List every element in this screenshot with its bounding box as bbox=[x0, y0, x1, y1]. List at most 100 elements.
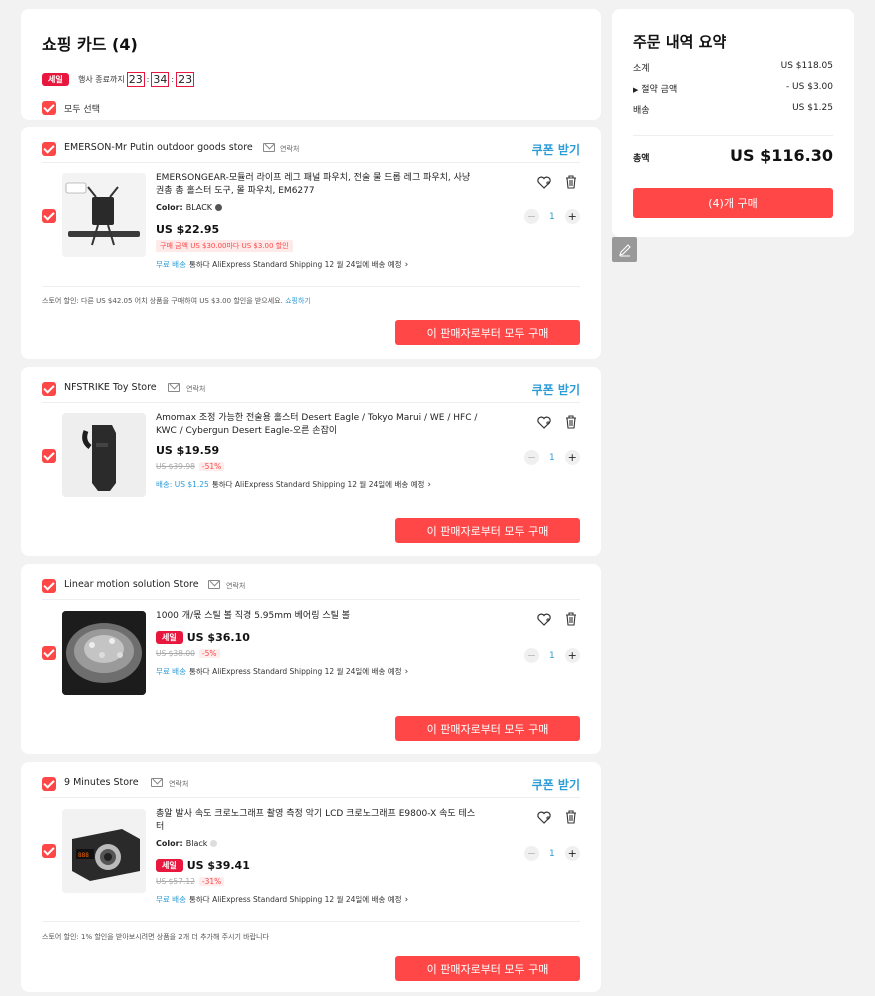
product-name[interactable]: Amomax 조정 가능한 전술용 홀스터 Desert Eagle / Tok… bbox=[156, 412, 481, 438]
shipping-label: 무료 배송 bbox=[156, 667, 186, 676]
wishlist-icon[interactable] bbox=[536, 809, 552, 825]
product-attr[interactable]: Color: Black bbox=[156, 839, 218, 848]
store-name[interactable]: 9 Minutes Store bbox=[64, 777, 139, 788]
contact-link[interactable]: 연락처 bbox=[186, 384, 205, 394]
buy-all-from-seller-button[interactable]: 이 판매자로부터 모두 구매 bbox=[395, 716, 580, 741]
qty-value[interactable]: 1 bbox=[549, 453, 555, 463]
mail-icon[interactable] bbox=[168, 383, 180, 392]
qty-value[interactable]: 1 bbox=[549, 651, 555, 661]
original-price-row: US $57.12 -31% bbox=[156, 877, 225, 886]
mail-icon[interactable] bbox=[263, 143, 275, 152]
coupon-button[interactable]: 쿠폰 받기 bbox=[532, 381, 580, 398]
mail-icon[interactable] bbox=[151, 778, 163, 787]
store-name[interactable]: EMERSON-Mr Putin outdoor goods store bbox=[64, 142, 253, 153]
attr-label: Color: bbox=[156, 839, 183, 848]
trash-icon[interactable] bbox=[563, 809, 579, 825]
item-checkbox[interactable] bbox=[42, 449, 56, 463]
product-image[interactable] bbox=[62, 173, 146, 257]
buy-all-from-seller-button[interactable]: 이 판매자로부터 모두 구매 bbox=[395, 320, 580, 345]
item-checkbox[interactable] bbox=[42, 844, 56, 858]
qty-plus-button[interactable]: + bbox=[564, 648, 580, 663]
original-price-row: US $38.00 -5% bbox=[156, 649, 220, 658]
checkout-button[interactable]: (4)개 구매 bbox=[633, 188, 833, 218]
qty-plus-button[interactable]: + bbox=[564, 846, 580, 861]
sale-badge: 세일 bbox=[42, 73, 69, 86]
qty-minus-button[interactable]: − bbox=[524, 846, 539, 861]
wishlist-icon[interactable] bbox=[536, 414, 552, 430]
product-price: US $19.59 bbox=[156, 444, 219, 457]
wishlist-icon[interactable] bbox=[536, 174, 552, 190]
qty-minus-button[interactable]: − bbox=[524, 450, 539, 465]
page-title: 쇼핑 카드 (4) bbox=[42, 35, 138, 54]
qty-plus-button[interactable]: + bbox=[564, 450, 580, 465]
store-name[interactable]: NFSTRIKE Toy Store bbox=[64, 382, 157, 393]
shipping-info[interactable]: 무료 배송 통하다 AliExpress Standard Shipping 1… bbox=[156, 666, 408, 677]
item-checkbox[interactable] bbox=[42, 209, 56, 223]
buy-all-from-seller-button[interactable]: 이 판매자로부터 모두 구매 bbox=[395, 518, 580, 543]
product-image[interactable] bbox=[62, 611, 146, 695]
qty-minus-button[interactable]: − bbox=[524, 209, 539, 224]
quantity-stepper[interactable]: − 1 + bbox=[524, 846, 580, 861]
trash-icon[interactable] bbox=[563, 611, 579, 627]
buy-all-from-seller-button[interactable]: 이 판매자로부터 모두 구매 bbox=[395, 956, 580, 981]
mail-icon[interactable] bbox=[208, 580, 220, 589]
savings-row[interactable]: ▶ 절약 금액 - US $3.00 bbox=[633, 82, 833, 95]
shop-more-link[interactable]: 쇼핑하기 bbox=[285, 297, 311, 305]
store-card: 9 Minutes Store 연락처 쿠폰 받기 888 총알 발사 속도 크… bbox=[21, 762, 601, 992]
shipping-label: 배송: US $1.25 bbox=[156, 480, 209, 489]
store-checkbox[interactable] bbox=[42, 382, 56, 396]
original-price: US $57.12 bbox=[156, 877, 195, 886]
contact-link[interactable]: 연락처 bbox=[280, 144, 299, 154]
product-image[interactable]: 888 bbox=[62, 809, 146, 893]
original-price: US $39.98 bbox=[156, 462, 195, 471]
sale-timer: 행사 종료까지 23: 34: 23 bbox=[78, 72, 195, 87]
summary-title: 주문 내역 요약 bbox=[633, 33, 727, 51]
total-value: US $116.30 bbox=[730, 146, 833, 165]
contact-link[interactable]: 연락처 bbox=[226, 581, 245, 591]
qty-minus-button[interactable]: − bbox=[524, 648, 539, 663]
edit-icon[interactable] bbox=[612, 237, 637, 262]
store-discount-message: 스토어 할인: 다른 US $42.05 어치 상품을 구매하여 US $3.0… bbox=[42, 297, 283, 305]
product-attr[interactable]: Color: BLACK bbox=[156, 203, 223, 212]
qty-value[interactable]: 1 bbox=[549, 849, 555, 859]
discount-badge: -31% bbox=[198, 877, 225, 886]
coupon-button[interactable]: 쿠폰 받기 bbox=[532, 141, 580, 158]
shipping-text: 통하다 AliExpress Standard Shipping 12 월 24… bbox=[188, 667, 402, 676]
shipping-info[interactable]: 무료 배송 통하다 AliExpress Standard Shipping 1… bbox=[156, 894, 408, 905]
quantity-stepper[interactable]: − 1 + bbox=[524, 209, 580, 224]
store-checkbox[interactable] bbox=[42, 579, 56, 593]
product-name[interactable]: 총알 발사 속도 크로노그래프 촬영 측정 악기 LCD 크로노그래프 E980… bbox=[156, 808, 481, 834]
chevron-right-icon: › bbox=[404, 666, 409, 677]
discount-badge: -5% bbox=[198, 649, 220, 658]
divider bbox=[42, 797, 580, 798]
product-name[interactable]: 1000 개/몫 스틸 볼 직경 5.95mm 베어링 스틸 볼 bbox=[156, 610, 481, 623]
shipping-label: 배송 bbox=[633, 106, 650, 116]
shipping-label: 무료 배송 bbox=[156, 260, 186, 269]
qty-plus-button[interactable]: + bbox=[564, 209, 580, 224]
sale-badge: 세일 bbox=[156, 859, 183, 872]
product-image[interactable] bbox=[62, 413, 146, 497]
savings-toggle[interactable]: ▶ 절약 금액 bbox=[633, 82, 677, 95]
order-summary-card: 주문 내역 요약 소계 US $118.05 ▶ 절약 금액 - US $3.0… bbox=[612, 9, 854, 237]
trash-icon[interactable] bbox=[563, 414, 579, 430]
trash-icon[interactable] bbox=[563, 174, 579, 190]
select-all-checkbox[interactable] bbox=[42, 101, 56, 115]
savings-label: 절약 금액 bbox=[641, 85, 678, 95]
contact-link[interactable]: 연락처 bbox=[169, 779, 188, 789]
item-checkbox[interactable] bbox=[42, 646, 56, 660]
product-name[interactable]: EMERSONGEAR-모듈러 라이프 레그 패널 파우치, 전술 물 드롭 레… bbox=[156, 172, 481, 198]
coupon-button[interactable]: 쿠폰 받기 bbox=[532, 776, 580, 793]
timer-label: 행사 종료까지 bbox=[78, 75, 125, 84]
shipping-info[interactable]: 무료 배송 통하다 AliExpress Standard Shipping 1… bbox=[156, 259, 408, 270]
chevron-right-icon: › bbox=[404, 894, 409, 905]
store-checkbox[interactable] bbox=[42, 777, 56, 791]
store-checkbox[interactable] bbox=[42, 142, 56, 156]
store-name[interactable]: Linear motion solution Store bbox=[64, 579, 199, 590]
wishlist-icon[interactable] bbox=[536, 611, 552, 627]
product-price: US $22.95 bbox=[156, 223, 219, 236]
qty-value[interactable]: 1 bbox=[549, 212, 555, 222]
quantity-stepper[interactable]: − 1 + bbox=[524, 450, 580, 465]
quantity-stepper[interactable]: − 1 + bbox=[524, 648, 580, 663]
shipping-info[interactable]: 배송: US $1.25 통하다 AliExpress Standard Shi… bbox=[156, 479, 431, 490]
price-value: US $19.59 bbox=[156, 444, 220, 457]
